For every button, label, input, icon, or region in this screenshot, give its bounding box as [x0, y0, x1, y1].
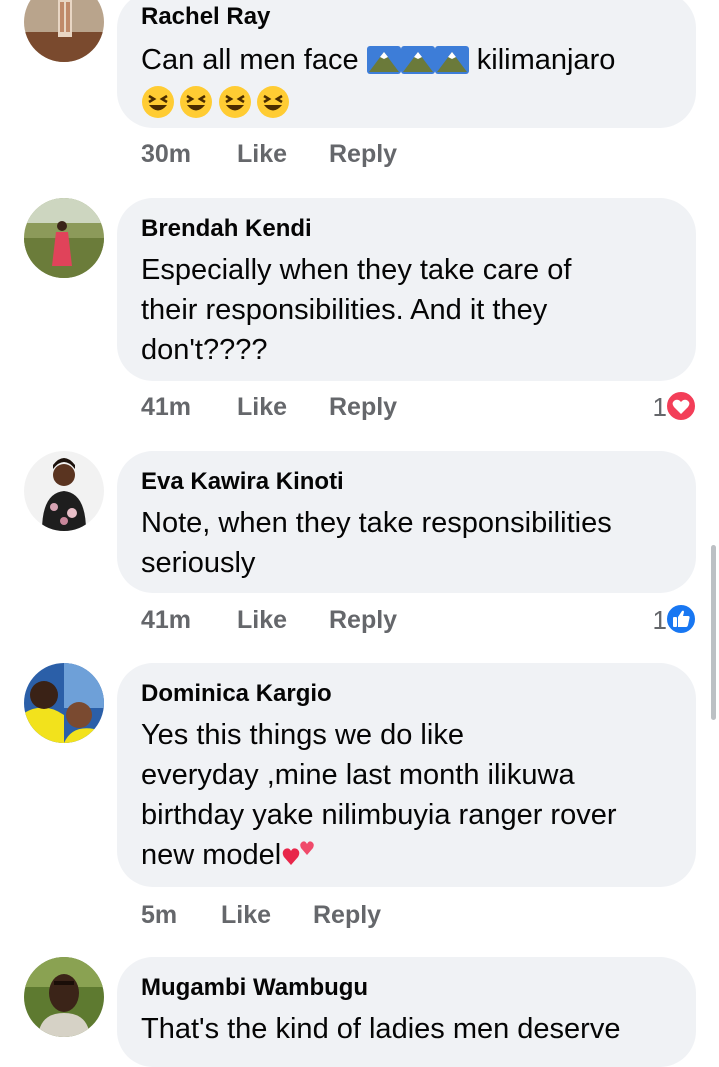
comment-text-part: kilimanjaro [476, 44, 616, 76]
comment-bubble: Mugambi Wambugu That's the kind of ladie… [117, 957, 696, 1067]
comment-text-line: birthday yake nilimbuyia ranger rover [141, 799, 617, 831]
reply-button[interactable]: Reply [329, 393, 397, 422]
comment-text-part: Can all men face [141, 44, 359, 76]
mountain-emoji [434, 45, 469, 85]
comment-text: Can all men face kilimanjaro [141, 40, 672, 85]
emoji-row [141, 85, 672, 125]
comment-text: That's the kind of ladies men deserve [141, 1009, 672, 1049]
grinning-squinting-face-emoji [142, 86, 174, 118]
comment-text-line: Yes this things we do like [141, 719, 464, 751]
comment-bubble: Rachel Ray Can all men face kilimanjaro [117, 0, 696, 128]
comment-text-line: Note, when they take responsibilities [141, 507, 612, 539]
comment-actions: 41m Like Reply 1 [0, 388, 719, 428]
mountain-emoji [400, 45, 435, 85]
comment-text-line: everyday ,mine last month ilikuwa [141, 759, 575, 791]
comment-actions: 41m Like Reply 1 [0, 601, 719, 641]
comment-time: 41m [141, 393, 192, 421]
avatar[interactable] [24, 663, 104, 743]
grinning-squinting-face-emoji [218, 86, 251, 118]
scrollbar[interactable] [711, 545, 716, 720]
comment-text-line: don't???? [141, 334, 268, 366]
comment-text: Especially when they take care of their … [141, 250, 672, 370]
comment-bubble: Eva Kawira Kinoti Note, when they take r… [117, 451, 696, 593]
thumbs-up-reaction-icon[interactable] [665, 603, 697, 635]
avatar[interactable] [24, 198, 104, 278]
two-hearts-emoji [282, 841, 315, 865]
avatar[interactable] [24, 451, 104, 531]
comment-text-line: Especially when they take care of [141, 254, 572, 286]
comment-text: Note, when they take responsibilities se… [141, 503, 672, 583]
mountain-emoji [366, 45, 401, 85]
comment-text-part: new model [141, 839, 282, 871]
reply-button[interactable]: Reply [329, 606, 397, 635]
comment-bubble: Brendah Kendi Especially when they take … [117, 198, 696, 381]
comment-author[interactable]: Eva Kawira Kinoti [141, 467, 672, 497]
comment-author[interactable]: Dominica Kargio [141, 679, 672, 709]
avatar[interactable] [24, 957, 104, 1037]
like-button[interactable]: Like [237, 606, 287, 635]
comment-text-line: new model [141, 835, 672, 875]
like-button[interactable]: Like [221, 901, 271, 930]
comment-author[interactable]: Rachel Ray [141, 2, 672, 32]
comment-actions: 5m Like Reply [0, 896, 719, 936]
heart-reaction-icon[interactable] [665, 390, 697, 422]
comment-text-line: seriously [141, 547, 256, 579]
comment-bubble: Dominica Kargio Yes this things we do li… [117, 663, 696, 887]
comment-text-line: their responsibilities. And it they [141, 294, 548, 326]
like-button[interactable]: Like [237, 140, 287, 169]
comment-text: Yes this things we do like everyday ,min… [141, 715, 672, 875]
comment-author[interactable]: Brendah Kendi [141, 214, 672, 244]
grinning-squinting-face-emoji [257, 86, 290, 118]
comment-actions: 30m Like Reply [0, 135, 719, 175]
comment-time: 41m [141, 606, 192, 634]
comment-author[interactable]: Mugambi Wambugu [141, 973, 672, 1003]
reply-button[interactable]: Reply [313, 901, 381, 930]
comment-text-line: That's the kind of ladies men deserve [141, 1013, 621, 1045]
like-button[interactable]: Like [237, 393, 287, 422]
reply-button[interactable]: Reply [329, 140, 397, 169]
avatar[interactable] [24, 0, 104, 62]
comment-time: 5m [141, 901, 178, 929]
comment-time: 30m [141, 140, 192, 168]
grinning-squinting-face-emoji [180, 86, 213, 118]
